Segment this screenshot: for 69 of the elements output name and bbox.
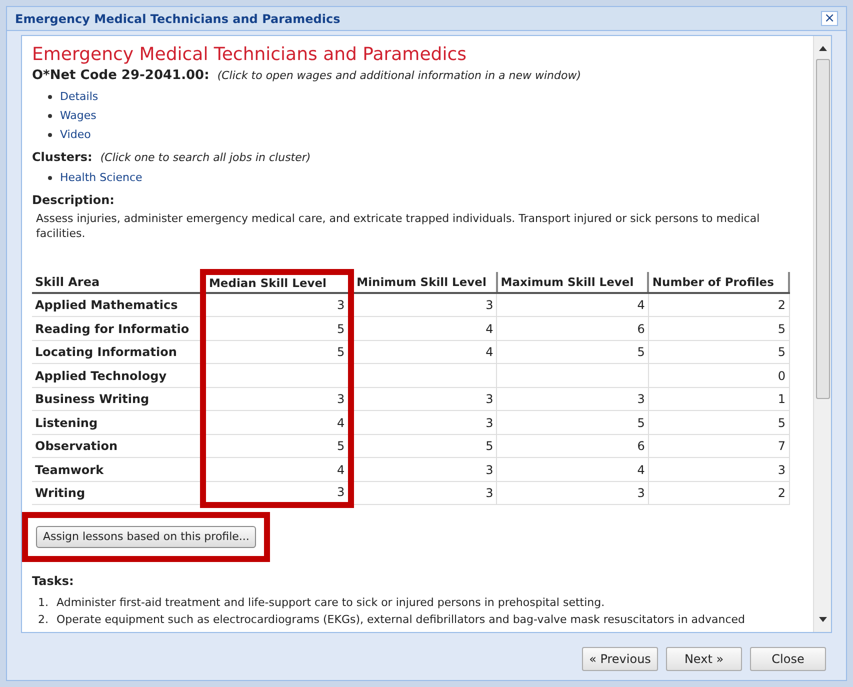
info-link[interactable]: Details: [60, 88, 98, 106]
bullet-icon: [48, 133, 52, 137]
table-cell: 5: [648, 340, 789, 364]
table-cell: 5: [496, 340, 648, 364]
scrollbar[interactable]: [813, 36, 831, 632]
info-link[interactable]: Video: [60, 126, 91, 144]
table-cell: 1: [648, 387, 789, 411]
skill-name-cell: Writing: [32, 481, 203, 505]
table-cell: 5: [648, 410, 789, 434]
skill-name-cell: Reading for Informatio: [32, 316, 203, 340]
onet-code: O*Net Code 29-2041.00:: [32, 67, 210, 85]
table-cell: 5: [648, 316, 789, 340]
table-cell: 0: [648, 364, 789, 388]
scroll-down-icon[interactable]: [818, 617, 826, 622]
table-cell: 3: [648, 458, 789, 482]
table-cell: 4: [496, 293, 648, 317]
bullet-icon: [48, 114, 52, 118]
footer-button[interactable]: Close: [750, 647, 826, 671]
table-cell: 3: [496, 481, 648, 505]
table-cell: 3: [202, 481, 351, 505]
skill-name-cell: Listening: [32, 410, 203, 434]
task-number: 1.: [38, 594, 48, 611]
description-label: Description:: [32, 192, 116, 209]
column-header: Median Skill Level: [202, 272, 351, 294]
scroll-thumb[interactable]: [816, 59, 830, 399]
table-cell: 4: [496, 458, 648, 482]
table-cell: 4: [202, 458, 351, 482]
task-text: Operate equipment such as electrocardiograms (EKGs), external defibrillators and bag-valve mask resuscitators in advanced: [56, 612, 746, 628]
job-heading: Emergency Medical Technicians and Paramedics: [32, 44, 468, 66]
table-cell: 5: [202, 316, 351, 340]
table-cell: 6: [496, 434, 648, 458]
task-number: 2.: [38, 612, 48, 628]
table-cell: 3: [202, 387, 351, 411]
bullet-icon: [48, 95, 52, 99]
skill-name-cell: Applied Technology: [32, 364, 203, 388]
table-cell: 7: [648, 434, 789, 458]
scroll-up-icon[interactable]: [818, 46, 826, 51]
close-button[interactable]: ×: [821, 11, 838, 26]
skill-name-cell: Teamwork: [32, 458, 203, 482]
table-cell: 6: [496, 316, 648, 340]
info-link[interactable]: Wages: [60, 108, 96, 124]
column-header: Skill Area: [32, 272, 203, 294]
table-cell: 3: [202, 293, 351, 317]
table-cell: 5: [496, 410, 648, 434]
clusters-label: Clusters:: [32, 148, 92, 166]
tasks-label: Tasks:: [32, 572, 75, 590]
code-hint: (Click to open wages and additional information in a new window): [217, 68, 582, 84]
window-title: Emergency Medical Technicians and Paramedics: [15, 10, 340, 28]
table-cell: 3: [496, 387, 648, 411]
table-cell: 4: [202, 410, 351, 434]
table-cell: 5: [202, 434, 351, 458]
table-cell: 2: [648, 293, 789, 317]
table-cell: 2: [648, 481, 789, 505]
column-header: Maximum Skill Level: [496, 272, 648, 294]
skill-name-cell: Applied Mathematics: [32, 293, 203, 317]
cluster-link[interactable]: Health Science: [60, 170, 142, 186]
description-text: Assess injuries, administer emergency medical care, and extricate trapped individuals. Transport injured or sick persons to medical facilities.: [35, 211, 761, 241]
table-cell: 5: [202, 340, 351, 364]
task-text: Administer first-aid treatment and life-support care to sick or injured persons in prehospital setting.: [56, 594, 605, 611]
bullet-icon: [48, 176, 52, 180]
footer-button[interactable]: « Previous: [582, 647, 658, 671]
skill-name-cell: Locating Information: [32, 340, 203, 364]
column-header: Number of Profiles: [648, 272, 789, 294]
skill-name-cell: Observation: [32, 434, 203, 458]
footer-button[interactable]: Next »: [666, 647, 742, 671]
assign-lessons-button[interactable]: Assign lessons based on this profile...: [36, 526, 256, 548]
skill-name-cell: Business Writing: [32, 387, 203, 411]
column-header: Minimum Skill Level: [350, 272, 497, 294]
clusters-hint: (Click one to search all jobs in cluster): [100, 150, 311, 166]
